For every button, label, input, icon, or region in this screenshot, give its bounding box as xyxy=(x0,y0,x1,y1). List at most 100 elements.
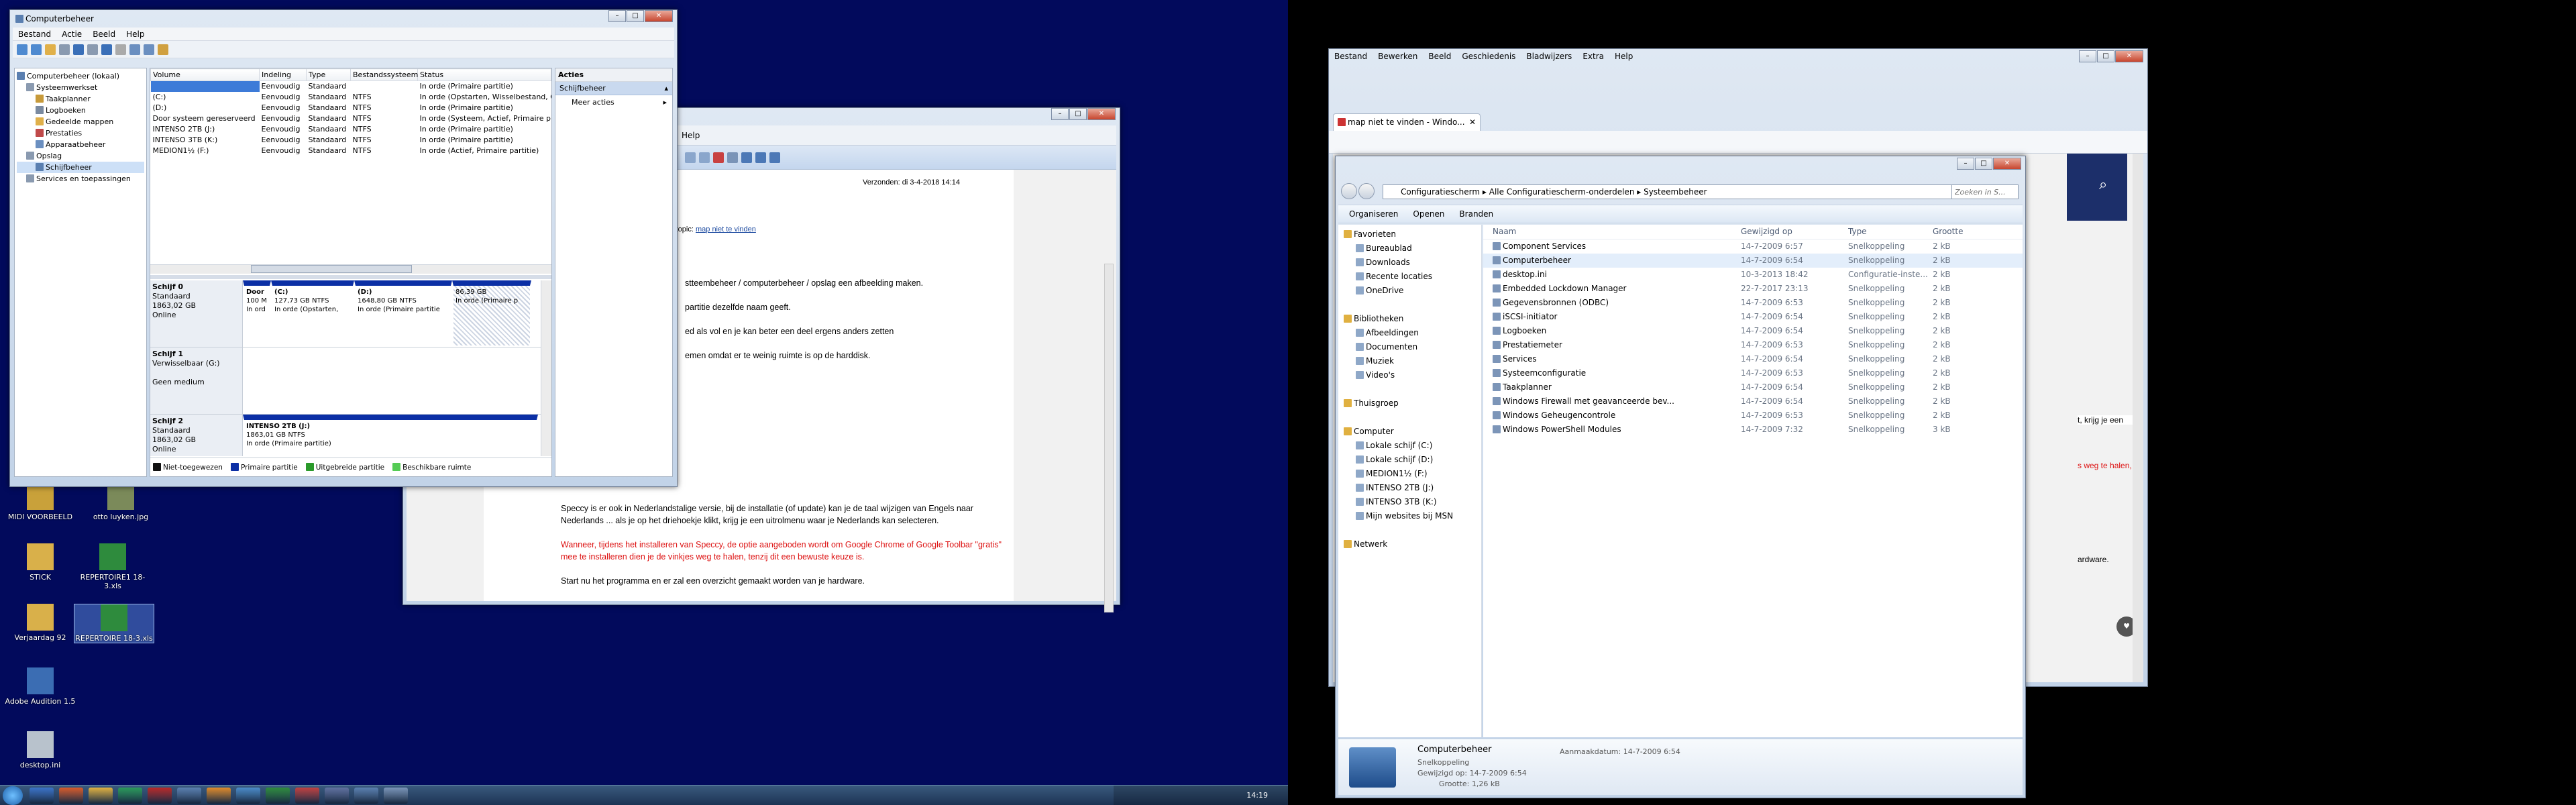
tree-item[interactable]: Systeemwerkset xyxy=(17,82,144,93)
search-input[interactable] xyxy=(1951,184,2019,199)
table-row[interactable]: INTENSO 3TB (K:) Eenvoudig Standaard NTFS In… xyxy=(151,135,551,146)
forward-icon[interactable] xyxy=(31,44,42,55)
close-button[interactable]: ✕ xyxy=(645,10,673,22)
burn-button[interactable]: Branden xyxy=(1459,209,1493,219)
close-tab-icon[interactable]: ✕ xyxy=(1469,117,1476,127)
nav-item[interactable]: Lokale schijf (C:) xyxy=(1344,439,1481,453)
close-button[interactable]: ✕ xyxy=(1087,108,1116,120)
taskbar-app-icon[interactable] xyxy=(384,788,408,804)
taskbar-app-icon[interactable] xyxy=(177,788,201,804)
menu-actie[interactable]: Actie xyxy=(56,30,87,39)
toolbar-icon[interactable] xyxy=(769,152,780,163)
col-naam[interactable]: Naam xyxy=(1483,225,1741,239)
search-icon[interactable]: ⌕ xyxy=(2099,176,2107,193)
nav-item[interactable]: Thuisgroep xyxy=(1344,396,1481,411)
tree-item[interactable]: Schijfbeheer xyxy=(17,162,144,173)
nav-item[interactable]: Video's xyxy=(1344,368,1481,382)
clock[interactable]: 14:19 xyxy=(1246,791,1268,800)
col-status[interactable]: Status xyxy=(417,68,551,81)
taskbar-app-icon[interactable] xyxy=(207,788,231,804)
close-button[interactable]: ✕ xyxy=(2115,50,2143,62)
file-row[interactable]: Prestatiemeter 14-7-2009 6:53 Snelkoppelin… xyxy=(1483,338,2023,352)
file-row[interactable]: Systeemconfiguratie 14-7-2009 6:53 Snelkop… xyxy=(1483,366,2023,380)
menu-bewerken[interactable]: Bewerken xyxy=(1373,52,1423,61)
file-row[interactable]: Component Services 14-7-2009 6:57 Snelkopp… xyxy=(1483,239,2023,254)
desktop-icon-stick[interactable]: STICK xyxy=(0,543,80,582)
nav-item[interactable]: MEDION1½ (F:) xyxy=(1344,467,1481,481)
col-bestandssysteem[interactable]: Bestandssysteem xyxy=(350,68,418,81)
col-type[interactable]: Type xyxy=(306,68,351,81)
organize-button[interactable]: Organiseren xyxy=(1349,209,1398,219)
taskbar-app-icon[interactable] xyxy=(30,788,54,804)
breadcrumb-item[interactable]: Configuratiescherm xyxy=(1401,187,1480,197)
desktop-icon-verjaardag[interactable]: Verjaardag 92 xyxy=(0,604,80,642)
menu-help[interactable]: Help xyxy=(121,30,150,39)
table-row[interactable]: (C:) Eenvoudig Standaard NTFS In orde (Opsta… xyxy=(151,92,551,103)
desktop-icon-repertoire1[interactable]: REPERTOIRE1 18-3.xls xyxy=(72,543,153,590)
maximize-button[interactable]: □ xyxy=(2097,50,2114,62)
actions-section[interactable]: Schijfbeheer ▴ xyxy=(555,82,672,95)
menu-bestand[interactable]: Bestand xyxy=(13,30,56,39)
col-grootte[interactable]: Grootte xyxy=(1933,225,1986,239)
file-row[interactable]: Windows Geheugencontrole 14-7-2009 6:53 Sn… xyxy=(1483,409,2023,423)
desktop-icon-midi[interactable]: MIDI VOORBEELD xyxy=(0,483,80,521)
menu-bladwijzers[interactable]: Bladwijzers xyxy=(1521,52,1577,61)
toolbar-icon[interactable] xyxy=(685,152,696,163)
back-button[interactable] xyxy=(1341,183,1357,199)
breadcrumb-item[interactable]: Systeembeheer xyxy=(1644,187,1707,197)
help-icon[interactable] xyxy=(73,44,84,55)
menu-extra[interactable]: Extra xyxy=(1577,52,1609,61)
desktop-icon-otto[interactable]: otto luyken.jpg xyxy=(80,483,161,521)
desktop-icon-audition[interactable]: Adobe Audition 1.5 xyxy=(0,667,80,706)
nav-item[interactable]: Computer xyxy=(1344,425,1481,439)
file-row[interactable]: Taakplanner 14-7-2009 6:54 Snelkoppeling 2 … xyxy=(1483,380,2023,394)
firefox-scrollbar[interactable] xyxy=(2133,154,2143,682)
nav-item[interactable]: INTENSO 2TB (J:) xyxy=(1344,481,1481,495)
table-row[interactable]: MEDION1½ (F:) Eenvoudig Standaard NTFS In or… xyxy=(151,146,551,156)
file-row[interactable]: desktop.ini 10-3-2013 18:42 Configuratie-i… xyxy=(1483,268,2023,282)
nav-item[interactable]: Bureaublad xyxy=(1344,241,1481,256)
topic-link[interactable]: map niet te vinden xyxy=(696,225,756,233)
close-button[interactable]: ✕ xyxy=(1993,158,2021,170)
maximize-button[interactable]: □ xyxy=(1069,108,1087,120)
desktop-icon-repertoire-selected[interactable]: REPERTOIRE 18-3.xls xyxy=(74,604,154,643)
action-icon[interactable] xyxy=(158,44,168,55)
nav-item[interactable]: Mijn websites bij MSN xyxy=(1344,509,1481,523)
tree-item[interactable]: Computerbeheer (lokaal) xyxy=(17,70,144,82)
table-row[interactable]: Door systeem gereserveerd Eenvoudig Standa… xyxy=(151,113,551,124)
tree-item[interactable]: Opslag xyxy=(17,150,144,162)
minimize-button[interactable]: – xyxy=(2079,50,2096,62)
taskbar-app-icon[interactable] xyxy=(295,788,319,804)
table-row[interactable]: INTENSO 2TB (J:) Eenvoudig Standaard NTFS In… xyxy=(151,124,551,135)
taskbar-app-icon[interactable] xyxy=(59,788,83,804)
disk-map-scrollbar[interactable] xyxy=(541,280,551,456)
nav-item[interactable]: Downloads xyxy=(1344,256,1481,270)
toolbar-icon[interactable] xyxy=(713,152,724,163)
more-actions[interactable]: Meer acties ▸ xyxy=(555,95,672,110)
col-indeling[interactable]: Indeling xyxy=(259,68,307,81)
file-row[interactable]: iSCSI-initiator 14-7-2009 6:54 Snelkoppeli… xyxy=(1483,310,2023,324)
delete-icon[interactable] xyxy=(115,44,126,55)
taskbar-app-icon[interactable] xyxy=(89,788,113,804)
forward-button[interactable] xyxy=(1358,183,1375,199)
disk-0[interactable]: Schijf 0 Standaard 1863,02 GB Online Door 10… xyxy=(150,280,541,347)
taskbar-app-icon[interactable] xyxy=(325,788,349,804)
folder-icon[interactable] xyxy=(45,44,56,55)
tree-item[interactable]: Apparaatbeheer xyxy=(17,139,144,150)
file-row[interactable]: Services 14-7-2009 6:54 Snelkoppeling 2 kB xyxy=(1483,352,2023,366)
taskbar-app-icon[interactable] xyxy=(354,788,378,804)
action-icon[interactable] xyxy=(144,44,154,55)
nav-item[interactable]: Favorieten xyxy=(1344,227,1481,241)
partition-unlabeled[interactable]: 86,39 GB In orde (Primaire p xyxy=(452,280,531,347)
nav-item[interactable]: INTENSO 3TB (K:) xyxy=(1344,495,1481,509)
col-gewijzigd[interactable]: Gewijzigd op xyxy=(1741,225,1848,239)
start-button[interactable] xyxy=(3,786,23,805)
taskbar-app-icon[interactable] xyxy=(118,788,142,804)
file-row[interactable]: Windows Firewall met geavanceerde bev...… xyxy=(1483,394,2023,409)
menu-geschiedenis[interactable]: Geschiedenis xyxy=(1456,52,1521,61)
nav-item[interactable]: Lokale schijf (D:) xyxy=(1344,453,1481,467)
minimize-button[interactable]: – xyxy=(1051,108,1069,120)
forum-help-menu[interactable]: Help xyxy=(682,131,700,140)
file-row[interactable]: Computerbeheer 14-7-2009 6:54 Snelkoppelin… xyxy=(1483,254,2023,268)
col-type[interactable]: Type xyxy=(1848,225,1933,239)
